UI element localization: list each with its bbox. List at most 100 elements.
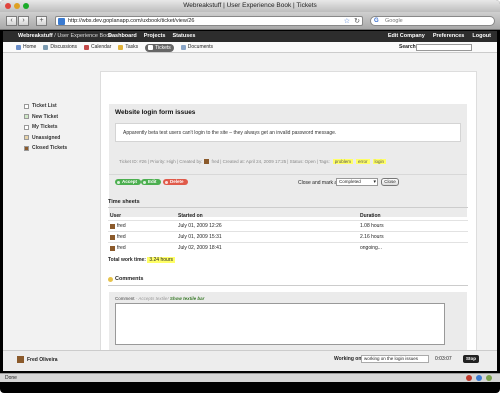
row-user-name[interactable]: fred	[117, 221, 126, 231]
show-textile-bar-link[interactable]: Show textile bar	[170, 296, 205, 301]
nav-projects[interactable]: Projects	[144, 31, 166, 42]
work-footer: Fred Oliveira Working on: working on the…	[3, 350, 497, 371]
ticket-content: Website login form issues Apparently bet…	[100, 71, 477, 371]
tab-home[interactable]: Home	[16, 42, 36, 53]
tag-error[interactable]: error	[356, 159, 370, 164]
ticket-actions: Accept Edit Delete Close and mark as Com…	[109, 174, 467, 188]
tag-login[interactable]: login	[372, 159, 387, 164]
window-title: Webreakstuff | User Experience Book | Ti…	[183, 2, 317, 9]
delete-button[interactable]: Delete	[163, 179, 188, 185]
browser-statusbar: Done	[0, 373, 500, 382]
work-timer: 0:03:07	[435, 356, 452, 362]
tab-discussions[interactable]: Discussions	[43, 42, 77, 53]
browser-search-input[interactable]: G Google	[370, 16, 495, 26]
my-tickets-icon	[24, 124, 29, 130]
stop-button[interactable]: Stop	[463, 355, 479, 363]
row-started: July 01, 2009 15:31	[178, 234, 222, 240]
working-task-field[interactable]: working on the login issues	[361, 355, 429, 363]
close-status-select[interactable]: Completed	[336, 178, 378, 186]
tasks-icon	[118, 45, 124, 50]
nav-logout[interactable]: Logout	[472, 31, 491, 42]
bookmark-star-icon[interactable]: ☆	[344, 17, 350, 26]
search-label: Search:	[399, 44, 418, 50]
new-tab-button[interactable]: +	[36, 16, 47, 26]
tab-label: Documents	[187, 44, 214, 50]
sidebar-item-new-ticket[interactable]: New Ticket	[24, 112, 92, 123]
new-ticket-icon	[24, 114, 29, 120]
ticket-sidebar: Ticket List New Ticket My Tickets Unassi…	[24, 101, 92, 154]
nav-dashboard[interactable]: Dashboard	[108, 31, 137, 42]
nav-preferences[interactable]: Preferences	[433, 31, 465, 42]
ticket-status: Open	[304, 159, 316, 164]
forward-button[interactable]: ›	[18, 16, 29, 26]
home-icon	[16, 45, 21, 50]
addon-icon[interactable]	[476, 375, 482, 381]
user-avatar-icon	[204, 159, 210, 164]
current-user: Fred Oliveira	[17, 356, 58, 363]
accept-button[interactable]: Accept	[115, 179, 142, 185]
section-tabs: Home Discussions Calendar Tasks Tickets …	[16, 42, 213, 53]
sidebar-item-my-tickets[interactable]: My Tickets	[24, 122, 92, 133]
tab-tasks[interactable]: Tasks	[118, 42, 138, 53]
table-row: fred July 02, 2009 18:41 ongoing...	[108, 242, 468, 252]
sidebar-item-unassigned[interactable]: Unassigned	[24, 133, 92, 144]
current-user-name[interactable]: Fred Oliveira	[27, 357, 58, 363]
tab-label: Calendar	[91, 44, 112, 50]
status-label: | Status:	[287, 159, 304, 164]
tag-problem[interactable]: problem	[332, 159, 354, 164]
total-value: 3.24 hours	[147, 257, 175, 263]
comments-title-text: Comments	[115, 276, 144, 282]
close-button[interactable]: Close	[381, 178, 399, 186]
address-bar[interactable]: http://wbs.dev.goplanapp.com/uxbook/tick…	[55, 16, 363, 26]
address-text: http://wbs.dev.goplanapp.com/uxbook/tick…	[68, 18, 195, 24]
divider	[108, 285, 468, 286]
tab-label: Tasks	[125, 44, 139, 50]
refresh-icon[interactable]: ↻	[354, 17, 360, 26]
sidebar-item-label: My Tickets	[32, 124, 58, 131]
row-user: fred	[110, 243, 126, 253]
documents-icon	[180, 45, 186, 50]
sidebar-item-label: Closed Tickets	[32, 145, 68, 152]
list-icon	[24, 103, 29, 109]
addon-icon[interactable]	[466, 375, 472, 381]
brand-name: Webreakstuff	[18, 33, 53, 39]
search-engine-icon: G	[374, 18, 379, 24]
addon-icon[interactable]	[486, 375, 492, 381]
row-duration: ongoing...	[360, 245, 382, 251]
status-icons	[466, 375, 492, 381]
tab-calendar[interactable]: Calendar	[84, 42, 111, 53]
user-avatar-icon	[110, 245, 115, 251]
column-user: User	[110, 213, 122, 219]
minimize-window-icon[interactable]	[14, 3, 20, 9]
nav-edit-company[interactable]: Edit Company	[388, 31, 425, 42]
back-button[interactable]: ‹	[6, 16, 17, 26]
row-user-name[interactable]: fred	[117, 243, 126, 253]
app-header: Webreakstuff / User Experience Book Dash…	[3, 31, 497, 42]
comment-textarea[interactable]	[115, 303, 445, 345]
status-text: Done	[5, 375, 17, 381]
row-user-name[interactable]: fred	[117, 232, 126, 242]
column-duration: Duration	[360, 213, 381, 219]
sidebar-item-ticket-list[interactable]: Ticket List	[24, 101, 92, 112]
ticket-creator[interactable]: fred	[211, 159, 219, 164]
row-started: July 02, 2009 18:41	[178, 245, 222, 251]
total-work-time: Total work time: 3.24 hours	[108, 257, 175, 263]
created-at-label: | Created at:	[220, 159, 245, 164]
zoom-window-icon[interactable]	[23, 3, 29, 9]
main-nav: Dashboard Projects Statuses	[108, 31, 195, 42]
nav-statuses[interactable]: Statuses	[172, 31, 195, 42]
browser-window: Webreakstuff | User Experience Book | Ti…	[0, 0, 500, 393]
comment-label: Comment - Accepts textile! Show textile …	[115, 296, 204, 301]
sidebar-item-closed-tickets[interactable]: Closed Tickets	[24, 143, 92, 154]
brand-title[interactable]: Webreakstuff / User Experience Book	[18, 31, 112, 42]
tab-documents[interactable]: Documents	[180, 42, 214, 53]
tickets-icon	[148, 45, 154, 50]
tab-tickets[interactable]: Tickets	[145, 43, 174, 52]
discussions-icon	[43, 45, 49, 50]
ticket-title: Website login form issues	[115, 109, 196, 116]
edit-button[interactable]: Edit	[141, 179, 161, 185]
search-input[interactable]	[416, 44, 472, 51]
user-avatar-icon	[110, 223, 115, 229]
close-window-icon[interactable]	[5, 3, 11, 9]
row-user: fred	[110, 232, 126, 242]
